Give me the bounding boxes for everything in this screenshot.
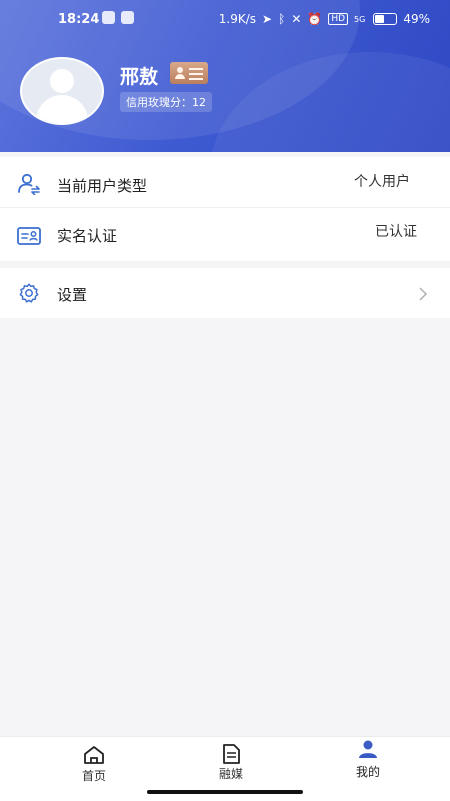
home-icon [84,746,104,764]
user-type-icon [18,173,40,195]
settings-row[interactable]: 设置 [0,268,450,318]
signal-label: 5G [354,14,366,24]
user-name: 邢敖 [120,66,159,88]
tab-mine-label: 我的 [355,765,380,779]
battery-percent: 49% [403,12,430,26]
status-time: 18:24 [58,12,100,27]
credit-score-badge: 信用玫瑰分：12 [120,92,212,112]
id-card-icon [17,227,41,245]
tab-media[interactable]: 融媒 [181,737,281,791]
tab-home-label: 首页 [81,769,106,783]
person-icon [359,740,377,758]
network-speed: 1.9K/s [218,12,257,26]
app-notification-icon [102,11,115,24]
user-type-value: 个人用户 [354,174,410,190]
tab-home[interactable]: 首页 [44,737,144,791]
alarm-icon: ⏰ [307,12,323,26]
document-icon [223,744,240,764]
avatar[interactable] [20,57,104,125]
avatar-head [50,69,74,93]
divider [0,207,450,208]
settings-card: 设置 [0,268,450,318]
mute-icon: ✕ [291,12,302,26]
battery-icon [373,13,398,25]
realname-label: 实名认证 [57,227,118,245]
notification-icons [102,11,134,24]
chevron-right-icon [419,287,428,301]
home-indicator [147,790,303,794]
user-type-row[interactable]: 当前用户类型 个人用户 [0,157,450,211]
gear-icon [19,283,39,303]
user-type-label: 当前用户类型 [57,177,148,195]
cloud-notification-icon [121,11,134,24]
profile-header: 18:24 1.9K/s ➤ ᛒ ✕ ⏰ HD 5G 49% 邢敖 信用玫瑰分：… [0,0,450,152]
hd-label: HD [328,13,349,25]
battery-fill [375,15,385,23]
location-icon: ➤ [262,12,273,26]
settings-label: 设置 [57,286,88,304]
bluetooth-icon: ᛒ [278,12,286,26]
realname-value: 已认证 [375,224,417,240]
status-bar: 18:24 1.9K/s ➤ ᛒ ✕ ⏰ HD 5G 49% [0,8,450,32]
realname-row[interactable]: 实名认证 已认证 [0,211,450,265]
avatar-body [36,95,88,123]
id-card-badge-icon [170,62,208,84]
tab-media-label: 融媒 [218,767,243,781]
tab-mine[interactable]: 我的 [318,737,418,791]
status-right: 1.9K/s ➤ ᛒ ✕ ⏰ HD 5G 49% [219,12,430,26]
user-info-card: 当前用户类型 个人用户 实名认证 已认证 [0,157,450,261]
